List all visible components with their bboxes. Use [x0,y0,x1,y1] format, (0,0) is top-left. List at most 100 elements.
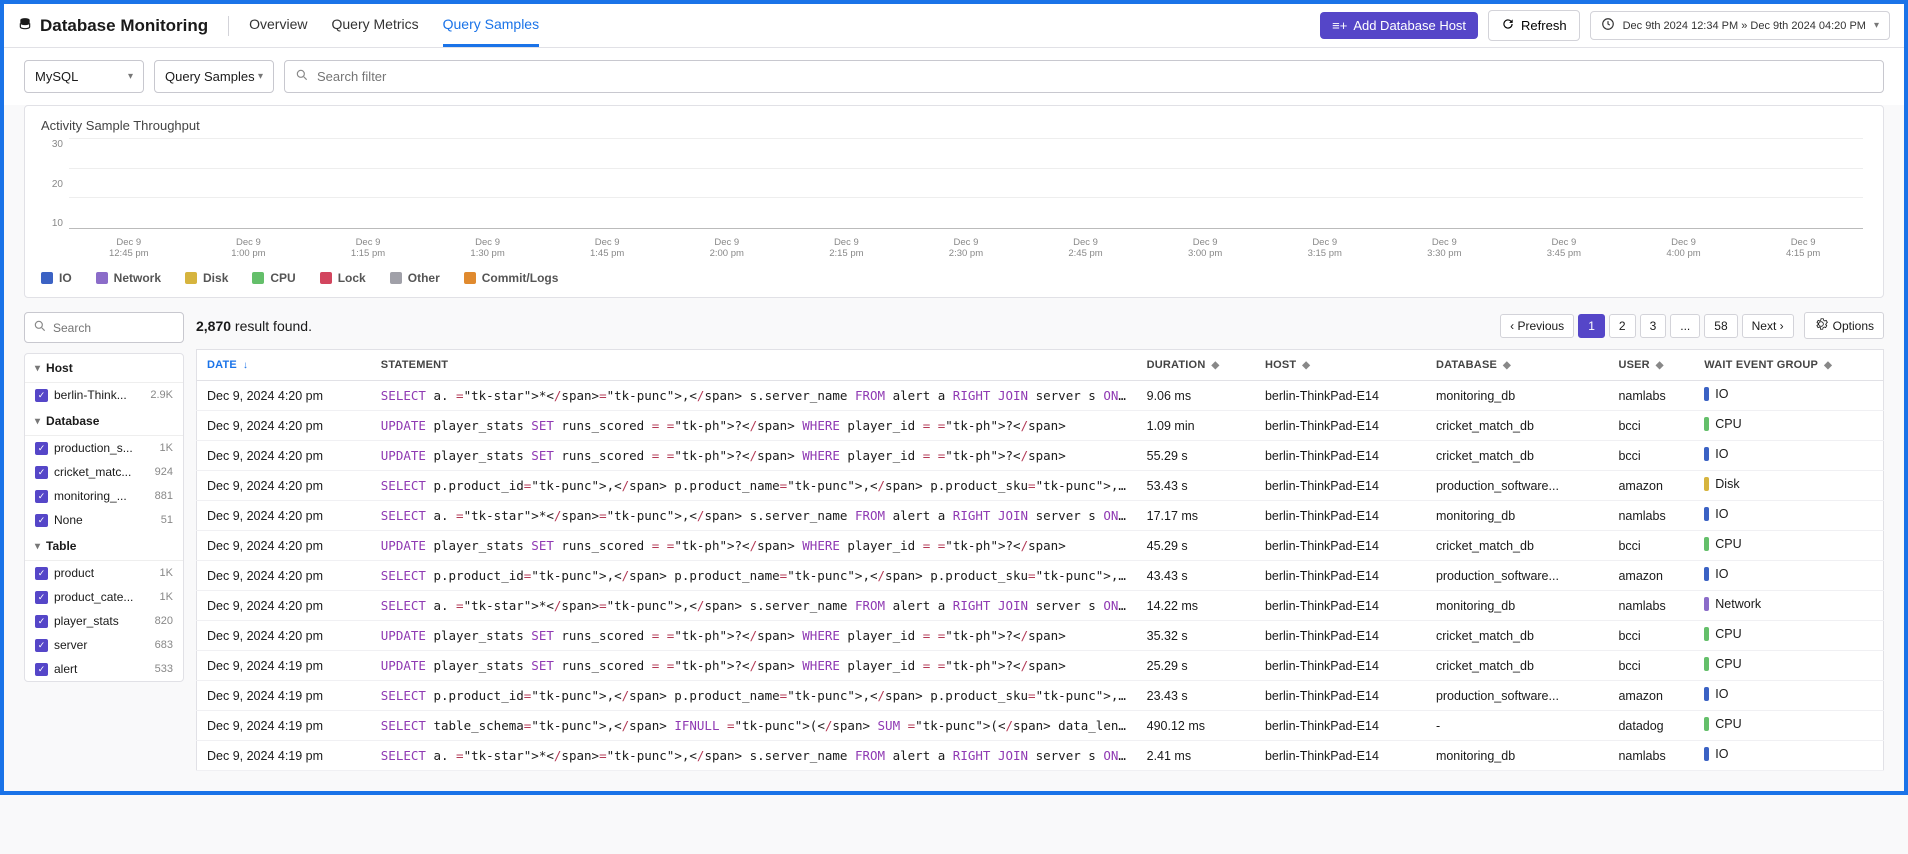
legend-item-other[interactable]: Other [390,271,440,285]
cell-duration: 2.41 ms [1137,741,1255,771]
col-user[interactable]: USER ◆ [1608,350,1694,381]
checkbox-icon[interactable]: ✓ [35,591,48,604]
x-axis: Dec 912:45 pmDec 91:00 pmDec 91:15 pmDec… [69,238,1863,259]
checkbox-icon[interactable]: ✓ [35,567,48,580]
result-count-number: 2,870 [196,318,231,334]
page-1[interactable]: 1 [1578,314,1605,338]
wait-color-bar [1704,447,1709,461]
facet-item[interactable]: ✓product1K [25,561,183,585]
page-prev[interactable]: ‹ Previous [1500,314,1574,338]
search-filter-input[interactable] [317,69,1873,84]
facet-group-table[interactable]: ▾ Table [25,532,183,561]
legend-item-commit-logs[interactable]: Commit/Logs [464,271,559,285]
facet-item[interactable]: ✓monitoring_...881 [25,484,183,508]
facet-count: 51 [161,514,173,526]
facet-label: server [54,638,149,652]
table-row[interactable]: Dec 9, 2024 4:19 pmUPDATE player_stats S… [197,651,1884,681]
col-date[interactable]: DATE ↓ [197,350,371,381]
add-database-host-button[interactable]: ≡+ Add Database Host [1320,12,1478,39]
table-row[interactable]: Dec 9, 2024 4:20 pmUPDATE player_stats S… [197,411,1884,441]
refresh-button[interactable]: Refresh [1488,10,1580,41]
cell-statement: UPDATE player_stats SET runs_scored = ="… [371,411,1137,441]
facet-item[interactable]: ✓server683 [25,633,183,657]
clock-icon [1601,17,1615,34]
vertical-divider [228,16,229,36]
checkbox-icon[interactable]: ✓ [35,663,48,676]
col-duration[interactable]: DURATION ◆ [1137,350,1255,381]
table-row[interactable]: Dec 9, 2024 4:19 pmSELECT a. ="tk-star">… [197,741,1884,771]
legend-item-disk[interactable]: Disk [185,271,228,285]
table-row[interactable]: Dec 9, 2024 4:20 pmSELECT p.product_id="… [197,471,1884,501]
table-row[interactable]: Dec 9, 2024 4:20 pmUPDATE player_stats S… [197,621,1884,651]
facet-label: monitoring_... [54,489,149,503]
checkbox-icon[interactable]: ✓ [35,466,48,479]
checkbox-icon[interactable]: ✓ [35,389,48,402]
facet-label: alert [54,662,149,676]
table-row[interactable]: Dec 9, 2024 4:20 pmUPDATE player_stats S… [197,531,1884,561]
page-2[interactable]: 2 [1609,314,1636,338]
throughput-chart[interactable]: 302010 Dec 912:45 pmDec 91:00 pmDec 91:1… [41,139,1867,249]
chevron-down-icon: ▾ [35,541,40,552]
table-row[interactable]: Dec 9, 2024 4:20 pmUPDATE player_stats S… [197,441,1884,471]
facet-item[interactable]: ✓alert533 [25,657,183,681]
facet-item[interactable]: ✓product_cate...1K [25,585,183,609]
facet-search[interactable] [24,312,184,343]
checkbox-icon[interactable]: ✓ [35,639,48,652]
page-3[interactable]: 3 [1640,314,1667,338]
facet-list: ▾ Host✓berlin-Think...2.9K▾ Database✓pro… [24,353,184,682]
facet-count: 1K [160,567,173,579]
cell-wait: IO [1694,681,1883,711]
table-row[interactable]: Dec 9, 2024 4:20 pmSELECT a. ="tk-star">… [197,501,1884,531]
facet-group-host[interactable]: ▾ Host [25,354,183,383]
time-range-picker[interactable]: Dec 9th 2024 12:34 PM » Dec 9th 2024 04:… [1590,11,1890,40]
col-database[interactable]: DATABASE ◆ [1426,350,1609,381]
table-row[interactable]: Dec 9, 2024 4:20 pmSELECT a. ="tk-star">… [197,381,1884,411]
wait-color-bar [1704,567,1709,581]
cell-host: berlin-ThinkPad-E14 [1255,561,1426,591]
legend-item-cpu[interactable]: CPU [252,271,295,285]
facet-group-database[interactable]: ▾ Database [25,407,183,436]
nav-tab-query-metrics[interactable]: Query Metrics [331,4,418,47]
cell-user: bcci [1608,531,1694,561]
table-row[interactable]: Dec 9, 2024 4:20 pmSELECT a. ="tk-star">… [197,591,1884,621]
db-engine-dropdown[interactable]: MySQL ▾ [24,60,144,93]
view-dropdown[interactable]: Query Samples ▾ [154,60,274,93]
table-row[interactable]: Dec 9, 2024 4:19 pmSELECT p.product_id="… [197,681,1884,711]
facet-item[interactable]: ✓berlin-Think...2.9K [25,383,183,407]
facet-item[interactable]: ✓None51 [25,508,183,532]
table-row[interactable]: Dec 9, 2024 4:19 pmSELECT table_schema="… [197,711,1884,741]
col-statement[interactable]: STATEMENT [371,350,1137,381]
wait-color-bar [1704,477,1709,491]
facet-count: 924 [155,466,173,478]
search-filter[interactable] [284,60,1884,93]
table-header-row: DATE ↓STATEMENTDURATION ◆HOST ◆DATABASE … [197,350,1884,381]
sort-icon: ◆ [1500,360,1511,371]
facet-item[interactable]: ✓cricket_matc...924 [25,460,183,484]
page-title: Database Monitoring [18,16,208,36]
facet-search-input[interactable] [53,321,175,335]
page-...[interactable]: ... [1670,314,1700,338]
facet-item[interactable]: ✓player_stats820 [25,609,183,633]
cell-wait: IO [1694,741,1883,771]
nav-tab-query-samples[interactable]: Query Samples [443,4,539,47]
wait-color-bar [1704,717,1709,731]
checkbox-icon[interactable]: ✓ [35,615,48,628]
nav-tab-overview[interactable]: Overview [249,4,307,47]
legend-item-network[interactable]: Network [96,271,161,285]
legend-item-io[interactable]: IO [41,271,72,285]
col-wait-event-group[interactable]: WAIT EVENT GROUP ◆ [1694,350,1883,381]
page-58[interactable]: 58 [1704,314,1737,338]
cell-duration: 23.43 s [1137,681,1255,711]
col-host[interactable]: HOST ◆ [1255,350,1426,381]
checkbox-icon[interactable]: ✓ [35,442,48,455]
checkbox-icon[interactable]: ✓ [35,490,48,503]
page-next[interactable]: Next › [1742,314,1794,338]
checkbox-icon[interactable]: ✓ [35,514,48,527]
options-button[interactable]: Options [1804,312,1884,339]
facet-item[interactable]: ✓production_s...1K [25,436,183,460]
table-row[interactable]: Dec 9, 2024 4:20 pmSELECT p.product_id="… [197,561,1884,591]
plot-area [69,139,1863,229]
legend-item-lock[interactable]: Lock [320,271,366,285]
nav-tabs: Overview Query Metrics Query Samples [249,4,539,47]
facet-count: 2.9K [150,389,173,401]
